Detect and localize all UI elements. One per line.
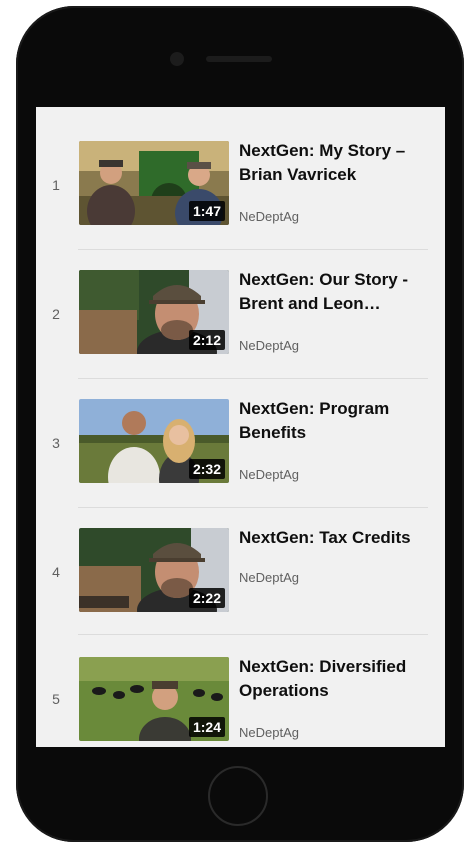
video-title[interactable]: NextGen: Program Benefits (239, 397, 437, 445)
video-title[interactable]: NextGen: Diversified Operations (239, 655, 437, 703)
playlist-item-1[interactable]: 1 1:47 NextGen: My Story – Brian Vavrice… (36, 107, 445, 235)
home-button[interactable] (208, 766, 268, 826)
duration-badge: 2:22 (188, 588, 225, 608)
channel-name[interactable]: NeDeptAg (239, 338, 299, 353)
channel-name[interactable]: NeDeptAg (239, 209, 299, 224)
item-index: 5 (52, 691, 60, 707)
video-thumbnail[interactable]: 2:32 (79, 399, 229, 483)
item-index: 4 (52, 564, 60, 580)
duration-badge: 2:12 (188, 330, 225, 350)
channel-name[interactable]: NeDeptAg (239, 467, 299, 482)
duration-badge: 2:32 (188, 459, 225, 479)
video-title[interactable]: NextGen: My Story – Brian Vavricek (239, 139, 437, 187)
channel-name[interactable]: NeDeptAg (239, 725, 299, 740)
video-title[interactable]: NextGen: Our Story - Brent and Leon… (239, 268, 437, 316)
camera-icon (170, 52, 184, 66)
channel-name[interactable]: NeDeptAg (239, 570, 299, 585)
video-thumbnail[interactable]: 1:24 (79, 657, 229, 741)
playlist-item-4[interactable]: 4 2:22 NextGen: Tax Credits NeDeptAg (36, 494, 445, 622)
playlist-item-3[interactable]: 3 2:32 NextGen: Program Benefits NeDeptA… (36, 365, 445, 493)
phone-frame: 1 1:47 NextGen: My Story – Brian Vavrice… (16, 6, 464, 842)
duration-badge: 1:47 (188, 201, 225, 221)
speaker-grille (206, 56, 272, 62)
duration-badge: 1:24 (188, 717, 225, 737)
playlist-screen: 1 1:47 NextGen: My Story – Brian Vavrice… (36, 107, 445, 747)
playlist-item-2[interactable]: 2 2:12 NextGen: Our Story - Brent and Le… (36, 236, 445, 364)
item-index: 2 (52, 306, 60, 322)
video-thumbnail[interactable]: 1:47 (79, 141, 229, 225)
item-index: 1 (52, 177, 60, 193)
playlist-item-5[interactable]: 5 1:24 NextGen: Diversified Operations N… (36, 621, 445, 747)
video-title[interactable]: NextGen: Tax Credits (239, 526, 437, 550)
video-thumbnail[interactable]: 2:22 (79, 528, 229, 612)
video-thumbnail[interactable]: 2:12 (79, 270, 229, 354)
item-index: 3 (52, 435, 60, 451)
